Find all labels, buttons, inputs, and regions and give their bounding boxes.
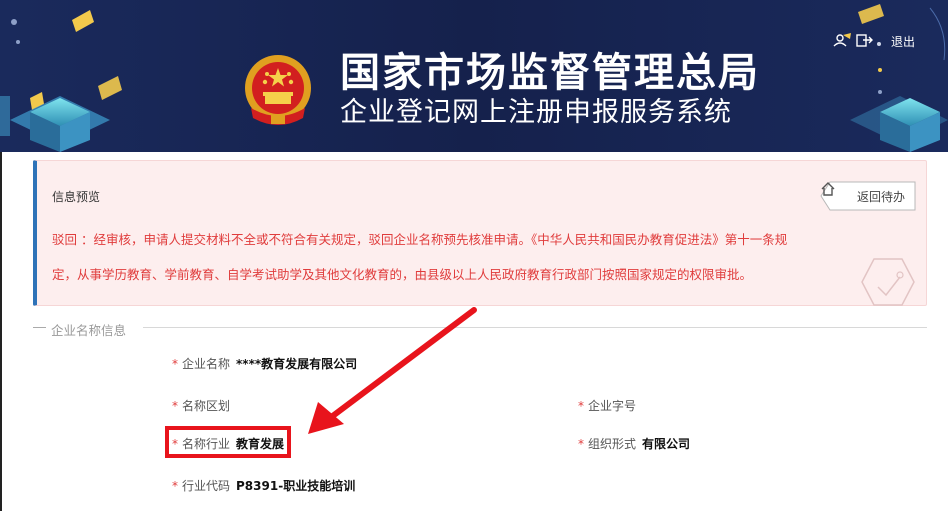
- required-mark: *: [172, 479, 178, 493]
- field-name-word: * 企业字号: [578, 397, 642, 414]
- header-separator-dot: [877, 42, 881, 46]
- field-label: 企业字号: [588, 399, 637, 413]
- header-title-sub: 企业登记网上注册申报服务系统: [340, 97, 732, 128]
- home-icon: [821, 182, 835, 196]
- shield-watermark-icon: [861, 258, 915, 306]
- field-industry-code: * 行业代码 P8391-职业技能培训: [172, 477, 355, 494]
- field-label: 组织形式: [588, 437, 637, 451]
- content-left-border: [0, 152, 2, 511]
- reject-reason-line-2: 定，从事学历教育、学前教育、自学考试助学及其他文化教育的，由县级以上人民政府教育…: [52, 267, 753, 282]
- reject-reason-line-1: 驳回 ：经审核，申请人提交材料不全或不符合有关规定，驳回企业名称预先核准申请。《…: [52, 232, 788, 247]
- back-to-todo-button[interactable]: 返回待办: [820, 181, 916, 211]
- field-value: 有限公司: [642, 437, 691, 451]
- logout-link[interactable]: 退出: [891, 33, 915, 50]
- field-label: 企业名称: [182, 357, 231, 371]
- logout-icon[interactable]: [855, 33, 873, 47]
- field-label: 名称区划: [182, 399, 231, 413]
- field-value: P8391-职业技能培训: [236, 479, 356, 493]
- section-divider-right: [143, 327, 927, 328]
- required-mark: *: [578, 399, 584, 413]
- user-icon[interactable]: [833, 33, 851, 47]
- required-mark: *: [172, 399, 178, 413]
- annotation-highlight-box: [165, 426, 291, 458]
- national-emblem-icon: [245, 55, 311, 125]
- field-company-name: * 企业名称 ****教育发展有限公司: [172, 355, 357, 372]
- alert-title: 信息预览: [52, 190, 101, 204]
- required-mark: *: [578, 437, 584, 451]
- field-value: ****教育发展有限公司: [236, 357, 358, 371]
- section-title-company-name-info: 企业名称信息: [51, 323, 127, 338]
- field-label: 行业代码: [182, 479, 231, 493]
- required-mark: *: [172, 357, 178, 371]
- back-button-label: 返回待办: [857, 190, 906, 204]
- field-org-form: * 组织形式 有限公司: [578, 435, 690, 452]
- field-name-region: * 名称区划: [172, 397, 236, 414]
- section-divider-left: [33, 327, 46, 328]
- header-banner: 国家市场监督管理总局 企业登记网上注册申报服务系统 退出: [0, 0, 948, 152]
